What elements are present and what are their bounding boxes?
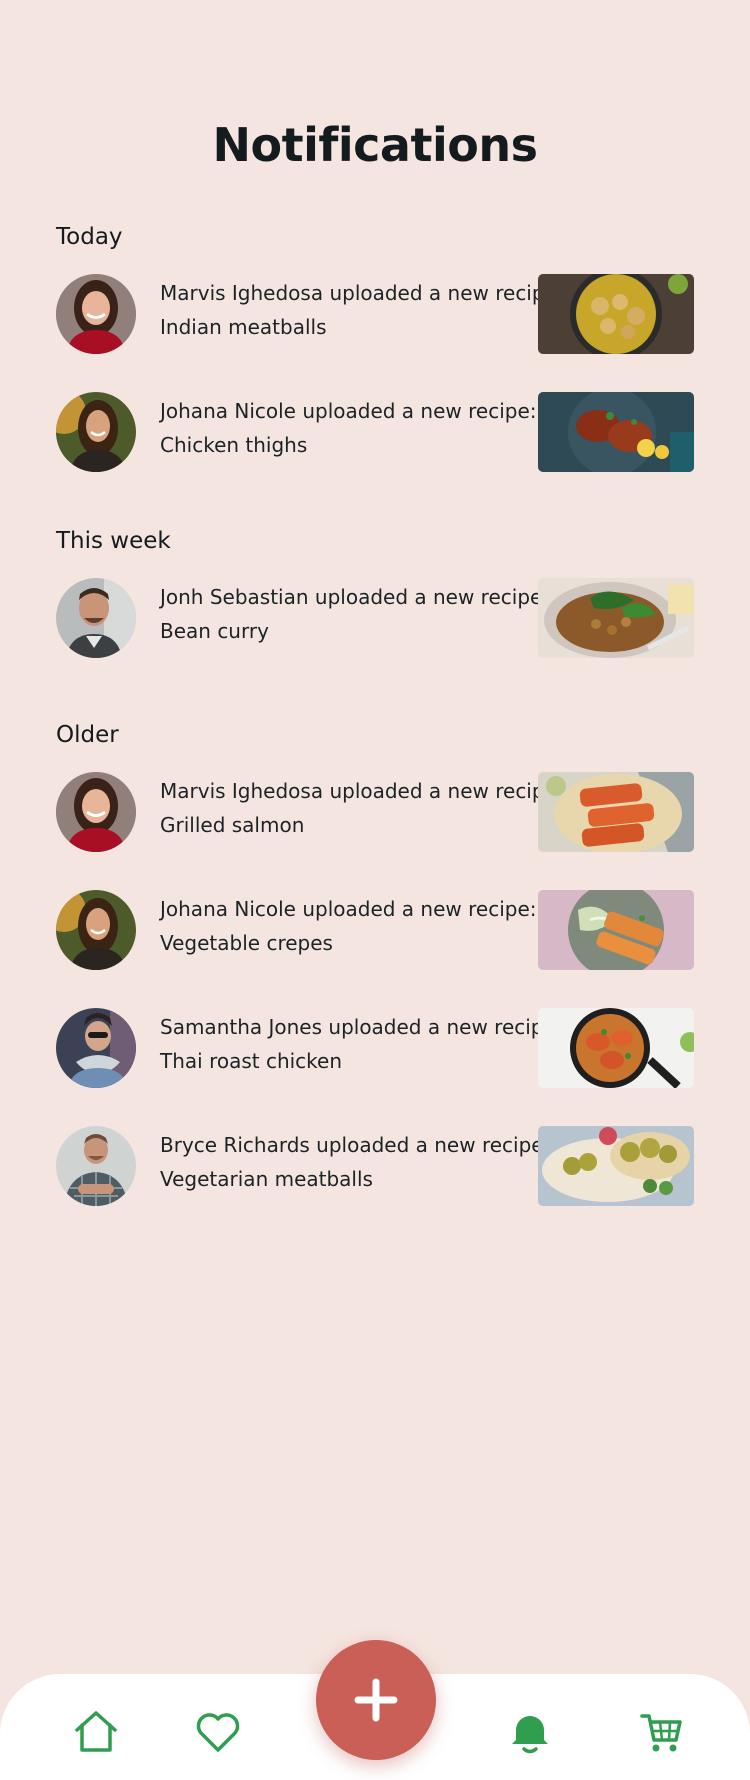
section-title-older: Older: [56, 722, 119, 748]
heart-icon[interactable]: [194, 1708, 242, 1756]
grilled-salmon-photo[interactable]: [538, 772, 694, 852]
notification-row[interactable]: Samantha Jones uploaded a new recipe: Th…: [56, 1008, 694, 1088]
recipe-name: Bean curry: [160, 619, 269, 643]
notification-text: Jonh Sebastian uploaded a new recipe: Be…: [160, 580, 550, 648]
recipe-name: Chicken thighs: [160, 433, 308, 457]
notification-row[interactable]: Marvis Ighedosa uploaded a new recipe: I…: [56, 274, 694, 354]
notification-text: Johana Nicole uploaded a new recipe: Veg…: [160, 892, 537, 960]
notification-row[interactable]: Marvis Ighedosa uploaded a new recipe: G…: [56, 772, 694, 852]
woman-sunset-avatar[interactable]: [56, 392, 136, 472]
cart-icon[interactable]: [638, 1708, 686, 1756]
notification-message: Marvis Ighedosa uploaded a new recipe:: [160, 281, 564, 305]
notification-message: Samantha Jones uploaded a new recipe:: [160, 1015, 563, 1039]
bean-curry-photo[interactable]: [538, 578, 694, 658]
woman-sunset-avatar[interactable]: [56, 890, 136, 970]
man-plaid-shirt-avatar[interactable]: [56, 1126, 136, 1206]
notification-text: Marvis Ighedosa uploaded a new recipe: I…: [160, 276, 564, 344]
notification-text: Marvis Ighedosa uploaded a new recipe: G…: [160, 774, 564, 842]
notification-message: Marvis Ighedosa uploaded a new recipe:: [160, 779, 564, 803]
notification-row[interactable]: Jonh Sebastian uploaded a new recipe: Be…: [56, 578, 694, 658]
notification-row[interactable]: Johana Nicole uploaded a new recipe: Veg…: [56, 890, 694, 970]
page-title: Notifications: [212, 118, 538, 172]
section-title-this-week: This week: [56, 528, 171, 554]
notification-text: Bryce Richards uploaded a new recipe: Ve…: [160, 1128, 551, 1196]
woman-scarf-avatar[interactable]: [56, 1008, 136, 1088]
notification-text: Samantha Jones uploaded a new recipe: Th…: [160, 1010, 563, 1078]
recipe-name: Grilled salmon: [160, 813, 305, 837]
notification-message: Johana Nicole uploaded a new recipe:: [160, 897, 537, 921]
notification-message: Jonh Sebastian uploaded a new recipe:: [160, 585, 550, 609]
vegetarian-meatballs-photo[interactable]: [538, 1126, 694, 1206]
woman-red-top-avatar[interactable]: [56, 274, 136, 354]
notification-row[interactable]: Johana Nicole uploaded a new recipe: Chi…: [56, 392, 694, 472]
notification-message: Johana Nicole uploaded a new recipe:: [160, 399, 537, 423]
notification-message: Bryce Richards uploaded a new recipe:: [160, 1133, 551, 1157]
vegetable-crepes-photo[interactable]: [538, 890, 694, 970]
woman-red-top-avatar[interactable]: [56, 772, 136, 852]
section-title-today: Today: [56, 224, 123, 250]
add-recipe-button[interactable]: [316, 1640, 436, 1760]
recipe-name: Thai roast chicken: [160, 1049, 343, 1073]
indian-meatballs-photo[interactable]: [538, 274, 694, 354]
recipe-name: Indian meatballs: [160, 315, 327, 339]
recipe-name: Vegetarian meatballs: [160, 1167, 373, 1191]
thai-roast-chicken-photo[interactable]: [538, 1008, 694, 1088]
notification-row[interactable]: Bryce Richards uploaded a new recipe: Ve…: [56, 1126, 694, 1206]
man-smiling-avatar[interactable]: [56, 578, 136, 658]
plus-icon: [354, 1678, 398, 1722]
notification-text: Johana Nicole uploaded a new recipe: Chi…: [160, 394, 537, 462]
chicken-thighs-photo[interactable]: [538, 392, 694, 472]
home-icon[interactable]: [72, 1708, 120, 1756]
bell-icon[interactable]: [506, 1708, 554, 1756]
recipe-name: Vegetable crepes: [160, 931, 333, 955]
